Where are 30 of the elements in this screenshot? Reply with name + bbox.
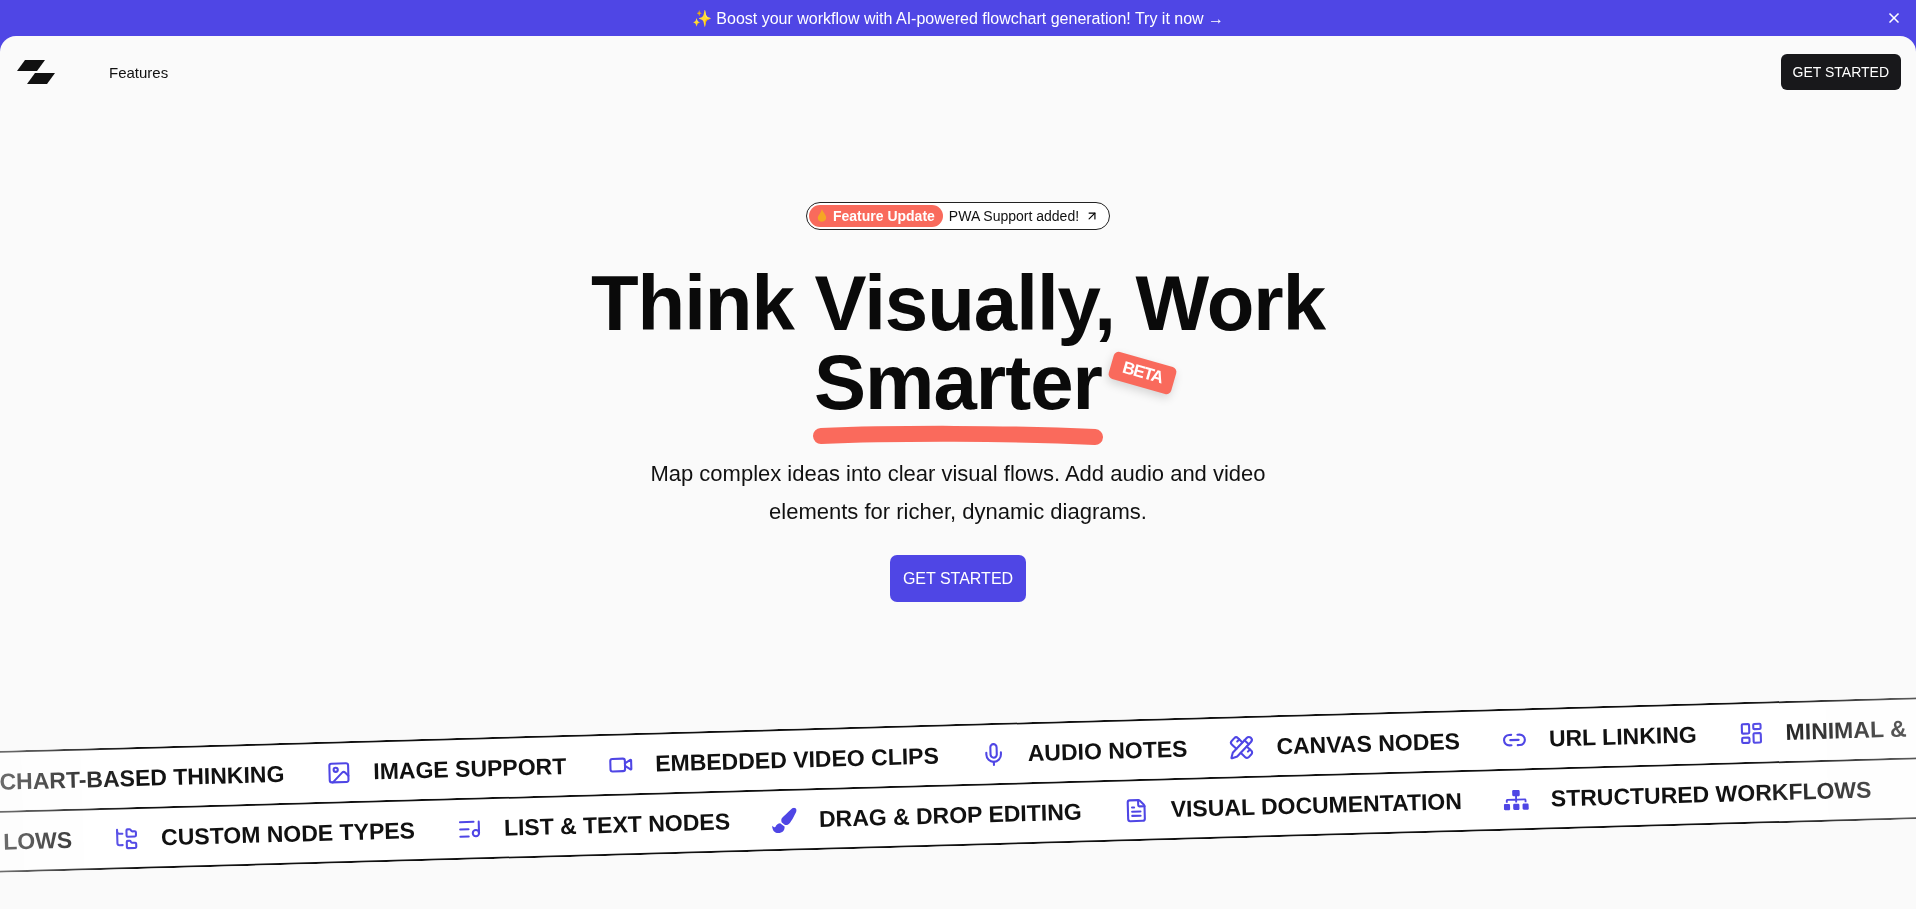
feature-label: DRAG & DROP EDITING: [818, 798, 1083, 833]
hero-subtitle: Map complex ideas into clear visual flows. Add audio and video elements for richer, dynamic diagrams.: [649, 460, 1267, 527]
image-icon: [326, 759, 352, 786]
tag-text: Feature Update: [832, 208, 935, 224]
get-started-button[interactable]: GET STARTED: [1780, 54, 1901, 90]
tree-icon: [113, 825, 140, 852]
nav-link[interactable]: Features: [109, 63, 169, 81]
flame-icon: [816, 209, 827, 223]
feature-label: URL LINKING: [1548, 721, 1698, 753]
feature-label: STRUCTURED WORKFLOWS: [1550, 776, 1872, 813]
feature-label: MINIMAL &: [1785, 715, 1907, 746]
badge-text: PWA Support added!: [948, 208, 1080, 224]
feature-label: IMAGE SUPPORT: [372, 752, 567, 786]
feature-label: VISUAL DOCUMENTATION: [1170, 787, 1463, 823]
grid-icon: [1738, 720, 1764, 747]
feature-label: CUSTOM NODE TYPES: [160, 817, 416, 852]
get-started-button[interactable]: GET STARTED: [889, 555, 1027, 603]
feature-label: EMBEDDED VIDEO CLIPS: [654, 742, 940, 778]
logo-icon: [17, 60, 55, 84]
paintbrush-icon: [771, 807, 798, 834]
beta-tag: BETA: [1107, 350, 1178, 396]
pencil-ruler-icon: [1229, 734, 1255, 761]
feature-badge[interactable]: Feature Update PWA Support added!: [805, 202, 1111, 230]
close-icon: [1886, 10, 1902, 26]
announcement-text: ✨ Boost your workflow with AI-powered flowchart generation! Try it now →: [691, 8, 1225, 28]
feature-label: LIST & TEXT NODES: [503, 808, 731, 842]
feature-label: CANVAS NODES: [1276, 727, 1461, 760]
feature-label: CHART-BASED THINKING: [0, 760, 285, 796]
feature-label: LOWS: [2, 826, 73, 856]
feature-label: AUDIO NOTES: [1027, 735, 1188, 767]
